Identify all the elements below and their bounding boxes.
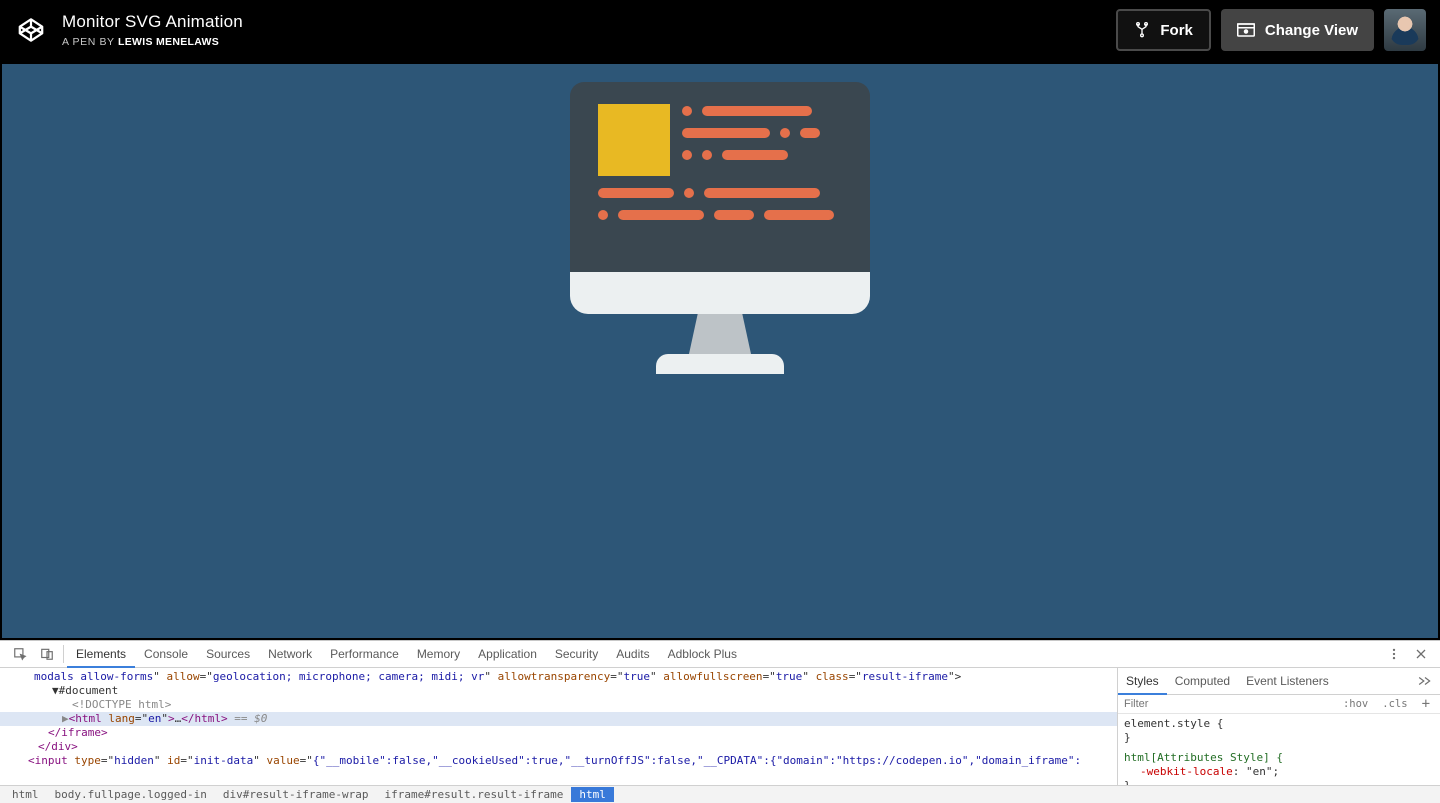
rule-line[interactable]: html[Attributes Style] { <box>1124 751 1434 765</box>
elements-tree[interactable]: modals allow-forms" allow="geolocation; … <box>0 668 1118 785</box>
styles-tabs-more-icon[interactable] <box>1410 668 1440 695</box>
screen-code-line <box>722 150 788 160</box>
screen-dot <box>682 150 692 160</box>
tab-audits[interactable]: Audits <box>607 641 658 668</box>
fork-label: Fork <box>1160 22 1193 39</box>
tab-sources[interactable]: Sources <box>197 641 259 668</box>
screen-code-line <box>704 188 820 198</box>
elements-line[interactable]: </iframe> <box>0 726 1117 740</box>
monitor-illustration <box>570 82 870 638</box>
devtools-tabbar: Elements Console Sources Network Perform… <box>0 641 1440 668</box>
change-view-icon <box>1237 23 1255 37</box>
new-rule-icon[interactable]: + <box>1418 695 1434 713</box>
screen-dot <box>780 128 790 138</box>
elements-line[interactable]: modals allow-forms" allow="geolocation; … <box>0 670 1117 684</box>
screen-yellow-square <box>598 104 670 176</box>
monitor-neck <box>689 314 751 354</box>
styles-filter-input[interactable] <box>1124 698 1333 710</box>
screen-dot <box>598 210 608 220</box>
monitor-screen <box>570 82 870 272</box>
pen-title: Monitor SVG Animation <box>62 12 243 32</box>
styles-tab-computed[interactable]: Computed <box>1167 668 1238 695</box>
change-view-label: Change View <box>1265 22 1358 39</box>
styles-pane: Styles Computed Event Listeners :hov .cl… <box>1118 668 1440 785</box>
crumb-item[interactable]: html <box>4 787 47 802</box>
screen-code-line <box>702 106 812 116</box>
monitor-bezel <box>570 272 870 314</box>
pen-byline: A PEN BY Lewis Menelaws <box>62 36 243 48</box>
hov-toggle[interactable]: :hov <box>1339 697 1372 711</box>
monitor-foot <box>656 354 784 374</box>
screen-dot <box>684 188 694 198</box>
pen-title-block: Monitor SVG Animation A PEN BY Lewis Men… <box>62 12 243 48</box>
elements-line[interactable]: </div> <box>0 740 1117 754</box>
styles-tabbar: Styles Computed Event Listeners <box>1118 668 1440 695</box>
pen-author[interactable]: Lewis Menelaws <box>118 36 219 48</box>
crumb-item[interactable]: body.fullpage.logged-in <box>47 787 215 802</box>
elements-line-selected[interactable]: ▶<html lang="en">…</html> == $0 <box>0 712 1117 726</box>
fork-button[interactable]: Fork <box>1116 9 1211 51</box>
tab-console[interactable]: Console <box>135 641 197 668</box>
styles-tab-styles[interactable]: Styles <box>1118 668 1167 695</box>
devtools-menu-icon[interactable] <box>1380 641 1407 668</box>
rule-line[interactable]: } <box>1124 731 1434 745</box>
rule-line[interactable]: -webkit-locale: "en"; <box>1124 765 1434 779</box>
screen-code-line <box>714 210 754 220</box>
devtools-close-icon[interactable] <box>1407 641 1434 668</box>
styles-filter-bar: :hov .cls + <box>1118 695 1440 714</box>
tab-application[interactable]: Application <box>469 641 546 668</box>
crumb-item[interactable]: iframe#result.result-iframe <box>377 787 572 802</box>
device-toggle-icon[interactable] <box>33 641 60 668</box>
crumb-item-current[interactable]: html <box>571 787 614 802</box>
pen-preview-area <box>0 62 1440 640</box>
tab-memory[interactable]: Memory <box>408 641 469 668</box>
screen-dot <box>702 150 712 160</box>
elements-breadcrumb: html body.fullpage.logged-in div#result-… <box>0 785 1440 803</box>
tabbar-divider <box>63 645 64 663</box>
elements-line[interactable]: <input type="hidden" id="init-data" valu… <box>0 754 1117 768</box>
screen-code-line <box>598 188 674 198</box>
tab-elements[interactable]: Elements <box>67 641 135 668</box>
inspect-icon[interactable] <box>6 641 33 668</box>
devtools-panel: Elements Console Sources Network Perform… <box>0 640 1440 803</box>
screen-code-line <box>682 128 770 138</box>
pen-render-surface <box>2 64 1438 638</box>
elements-line[interactable]: <!DOCTYPE html> <box>0 698 1117 712</box>
screen-code-line <box>764 210 834 220</box>
codepen-header: Monitor SVG Animation A PEN BY Lewis Men… <box>0 0 1440 62</box>
crumb-item[interactable]: div#result-iframe-wrap <box>215 787 377 802</box>
styles-tab-event-listeners[interactable]: Event Listeners <box>1238 668 1337 695</box>
devtools-body: modals allow-forms" allow="geolocation; … <box>0 668 1440 785</box>
cls-toggle[interactable]: .cls <box>1378 697 1411 711</box>
screen-code-line <box>618 210 704 220</box>
screen-code-line <box>800 128 820 138</box>
tab-performance[interactable]: Performance <box>321 641 408 668</box>
elements-line[interactable]: ▼#document <box>0 684 1117 698</box>
tab-network[interactable]: Network <box>259 641 321 668</box>
screen-dot <box>682 106 692 116</box>
change-view-button[interactable]: Change View <box>1221 9 1374 51</box>
byline-prefix: A PEN BY <box>62 36 114 48</box>
codepen-logo-icon[interactable] <box>14 13 48 47</box>
styles-rules[interactable]: element.style { } html[Attributes Style]… <box>1118 714 1440 785</box>
user-avatar[interactable] <box>1384 9 1426 51</box>
rule-line[interactable]: element.style { <box>1124 717 1434 731</box>
tab-security[interactable]: Security <box>546 641 607 668</box>
tab-adblock-plus[interactable]: Adblock Plus <box>659 641 746 668</box>
fork-icon <box>1134 22 1150 38</box>
